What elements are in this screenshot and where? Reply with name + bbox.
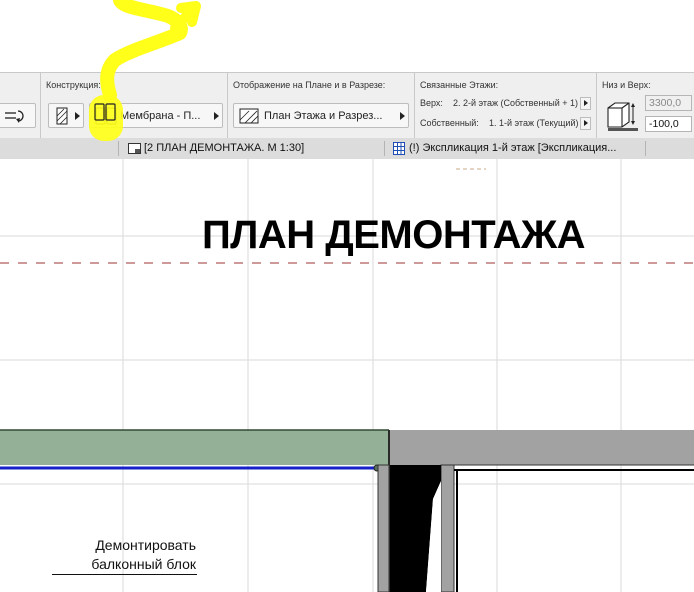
note-line-2: балконный блок [91,556,196,572]
elevation-icon [607,102,638,131]
tab-divider [645,141,646,156]
geometry-method-button[interactable] [0,103,36,128]
wall-fill [0,430,389,465]
construction-section: Конструкция: Мембрана - П... [41,73,228,139]
note-leader-line [52,574,197,575]
chevron-right-icon [214,111,219,120]
note-line-1: Демонтировать [95,537,196,553]
demolition-note: Демонтировать балконный блок [48,536,196,574]
layout-icon [128,143,141,154]
tab-label: [2 ПЛАН ДЕМОНТАЖА. М 1:30] [144,142,305,154]
gray-wall [390,430,694,465]
top-story-arrow[interactable] [580,97,591,110]
drawing-canvas[interactable]: ПЛАН ДЕМОНТАЖА Демонтировать балконный б… [0,159,694,592]
construction-label: Конструкция: [46,80,101,90]
profile-button[interactable]: Мембрана - П... [89,103,223,128]
info-box: Конструкция: Мембрана - П... Отображение… [0,72,694,140]
home-story-arrow[interactable] [580,117,591,130]
top-blank-area [0,0,694,72]
tab-label: (!) Экспликация 1-й этаж [Экспликация... [409,142,617,154]
display-section: Отображение на Плане и в Разрезе: План Э… [228,73,415,139]
top-story-value[interactable]: 2. 2-й этаж (Собственный + 1) [453,98,578,108]
view-tab-bar: [2 ПЛАН ДЕМОНТАЖА. М 1:30] (!) Экспликац… [0,138,694,160]
wall-flip-icon [5,110,24,123]
composite-wall-icon [95,107,117,125]
plan-display-icon [239,108,259,124]
bottom-top-section: Низ и Верх: 3300,0 -100,0 [597,73,694,139]
chevron-right-icon [75,111,80,120]
display-button-label: План Этажа и Разрез... [264,109,383,122]
tab-divider [384,141,385,156]
home-story-label: Собственный: [420,118,479,128]
drawing-title: ПЛАН ДЕМОНТАЖА [202,213,586,257]
linked-stories-label: Связанные Этажи: [420,80,499,90]
bottom-top-label: Низ и Верх: [602,80,651,90]
tab-divider [118,141,119,156]
column-left [377,464,390,592]
top-story-label: Верх: [420,98,443,108]
linked-stories-section: Связанные Этажи: Верх: 2. 2-й этаж (Собс… [415,73,597,139]
home-story-value[interactable]: 1. 1-й этаж (Текущий) [489,118,578,128]
schedule-icon [393,142,405,155]
floor-plan-section-button[interactable]: План Этажа и Разрез... [233,103,409,128]
basic-wall-icon [56,107,68,125]
profile-button-label: Мембрана - П... [120,109,201,122]
top-elevation-field[interactable]: 3300,0 [645,95,692,111]
display-label: Отображение на Плане и в Разрезе: [233,80,386,90]
chevron-right-icon [400,111,405,120]
geometry-section [0,73,41,139]
column-right [440,464,455,592]
structure-type-button[interactable] [48,103,84,128]
bottom-elevation-field[interactable]: -100,0 [645,116,692,132]
